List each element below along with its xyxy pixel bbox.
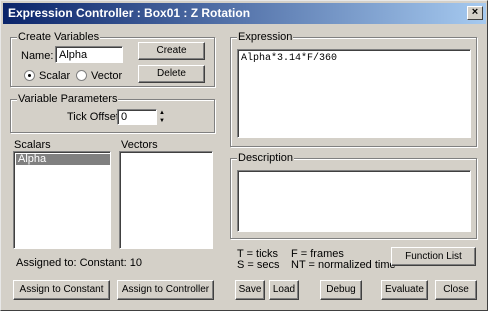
evaluate-button[interactable]: Evaluate xyxy=(381,280,428,300)
expression-textarea[interactable]: Alpha*3.14*F/360 xyxy=(237,49,471,138)
description-textarea[interactable] xyxy=(237,170,471,232)
assign-to-constant-button[interactable]: Assign to Constant xyxy=(13,280,110,300)
legend-secs: S = secs xyxy=(237,259,280,271)
scalars-label: Scalars xyxy=(14,139,51,151)
name-input[interactable]: Alpha xyxy=(55,46,123,63)
expression-controller-window: Expression Controller : Box01 : Z Rotati… xyxy=(0,0,488,311)
legend-normalized: NT = normalized time xyxy=(291,259,396,271)
spinner-up-icon[interactable]: ▲ xyxy=(159,109,165,117)
save-button[interactable]: Save xyxy=(235,280,265,300)
assign-to-controller-button[interactable]: Assign to Controller xyxy=(117,280,214,300)
variable-parameters-label: Variable Parameters xyxy=(17,93,119,105)
tick-offset-label: Tick Offset: xyxy=(67,111,123,123)
function-list-button[interactable]: Function List xyxy=(391,247,476,266)
close-icon[interactable]: × xyxy=(467,6,483,20)
expression-label: Expression xyxy=(237,31,294,43)
vectors-list[interactable] xyxy=(119,151,213,249)
vector-label: Vector xyxy=(91,70,123,82)
create-variables-label: Create Variables xyxy=(17,31,101,43)
list-item[interactable]: Alpha xyxy=(16,154,110,165)
window-title: Expression Controller : Box01 : Z Rotati… xyxy=(8,6,251,20)
tick-offset-input[interactable]: 0 xyxy=(117,109,157,125)
tick-offset-spinner[interactable]: ▲ ▼ xyxy=(159,109,168,125)
vector-radio[interactable] xyxy=(76,70,87,81)
debug-button[interactable]: Debug xyxy=(320,280,362,300)
delete-button[interactable]: Delete xyxy=(138,65,205,83)
scalar-radio[interactable] xyxy=(24,70,35,81)
load-button[interactable]: Load xyxy=(269,280,299,300)
title-bar[interactable]: Expression Controller : Box01 : Z Rotati… xyxy=(3,3,486,24)
scalar-label: Scalar xyxy=(39,70,71,82)
vectors-label: Vectors xyxy=(121,139,158,151)
scalars-list[interactable]: Alpha xyxy=(13,151,111,249)
spinner-down-icon[interactable]: ▼ xyxy=(159,117,165,125)
name-label: Name: xyxy=(21,50,54,62)
radio-selected-dot xyxy=(28,74,31,77)
create-button[interactable]: Create xyxy=(138,42,205,60)
assigned-to-label: Assigned to: Constant: 10 xyxy=(16,257,142,269)
description-label: Description xyxy=(237,152,295,164)
close-button[interactable]: Close xyxy=(435,280,477,300)
